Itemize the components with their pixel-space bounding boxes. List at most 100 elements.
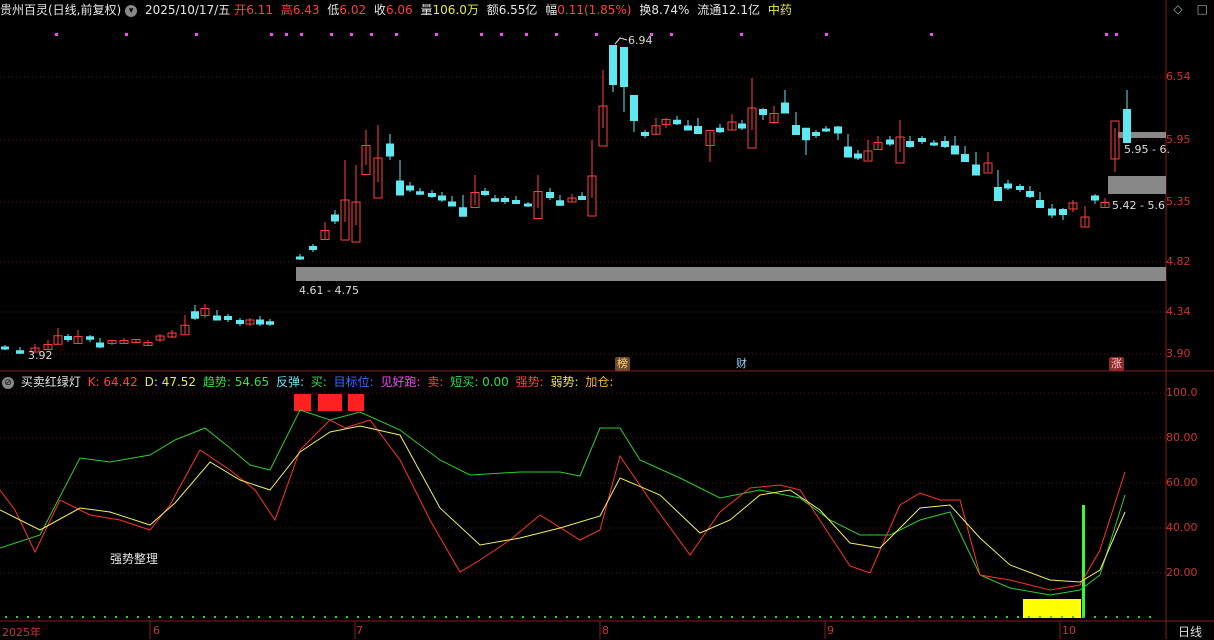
baseline-dot <box>588 616 590 618</box>
candle-body <box>906 141 914 147</box>
time-axis-month: 9 <box>827 624 834 637</box>
baseline-dot <box>940 616 942 618</box>
candle-body <box>296 256 304 260</box>
signal-dot <box>525 33 528 36</box>
signal-dot <box>285 33 288 36</box>
signal-dot <box>500 33 503 36</box>
sector-tag[interactable]: 中药 <box>768 3 792 17</box>
baseline-dot <box>445 616 447 618</box>
candle-body <box>854 153 862 159</box>
dropdown-icon[interactable]: ▾ <box>125 4 138 17</box>
baseline-dot <box>621 616 623 618</box>
indicator-axis-label: 40.00 <box>1166 521 1198 534</box>
baseline-dot <box>456 616 458 618</box>
baseline-dot <box>709 616 711 618</box>
zone-label-3: 5.42 - 5.6 <box>1112 199 1165 212</box>
signal-dot <box>195 33 198 36</box>
period-label[interactable]: 日线 <box>1178 623 1202 640</box>
candle-body <box>416 191 424 195</box>
candle-body <box>309 246 317 250</box>
baseline-dot <box>368 616 370 618</box>
signal-dot <box>395 33 398 36</box>
baseline-dot <box>236 616 238 618</box>
baseline-dot <box>577 616 579 618</box>
baseline-dot <box>643 616 645 618</box>
candle-body <box>609 45 617 85</box>
candle-body <box>994 187 1002 201</box>
baseline-dot <box>1105 616 1107 618</box>
maximize-icon[interactable]: □ <box>1197 2 1208 16</box>
baseline-dot <box>401 616 403 618</box>
candle-body <box>812 132 820 136</box>
candle-body <box>781 102 789 114</box>
indicator-name[interactable]: 买卖红绿灯 <box>21 375 81 389</box>
add-label: 加仓: <box>585 375 614 389</box>
baseline-dot <box>962 616 964 618</box>
baseline-dot <box>60 616 62 618</box>
chart-canvas[interactable] <box>0 0 1214 639</box>
baseline-dot <box>357 616 359 618</box>
date: 2025/10/17/五 <box>145 3 231 17</box>
signal-dot <box>300 33 303 36</box>
limitup-badge[interactable]: 涨 <box>1109 357 1124 371</box>
candle-body <box>438 195 446 201</box>
baseline-dot <box>214 616 216 618</box>
signal-dot <box>330 33 333 36</box>
candle-body <box>1016 186 1024 190</box>
open-value: 6.11 <box>246 3 273 17</box>
baseline-dot <box>929 616 931 618</box>
baseline-dot <box>247 616 249 618</box>
sell-label: 卖: <box>427 375 448 389</box>
sell-signal-block <box>348 394 364 411</box>
baseline-dot <box>16 616 18 618</box>
candle-body <box>844 146 852 158</box>
zone-label-1: 4.61 - 4.75 <box>299 284 359 297</box>
candle-body <box>918 138 926 142</box>
candle-body <box>1004 183 1012 189</box>
candle-body <box>96 342 104 348</box>
baseline-dot <box>764 616 766 618</box>
baseline-dot <box>1138 616 1140 618</box>
chg-value: 0.11(1.85%) <box>557 3 632 17</box>
baseline-dot <box>995 616 997 618</box>
baseline-dot <box>1028 616 1030 618</box>
candle-body <box>694 126 702 134</box>
baseline-dot <box>203 616 205 618</box>
signal-dot <box>740 33 743 36</box>
d-value: 47.52 <box>161 375 197 389</box>
finance-badge[interactable]: 财 <box>734 357 749 371</box>
baseline-dot <box>720 616 722 618</box>
float-label: 流通 <box>697 3 722 17</box>
candle-body <box>961 154 969 162</box>
candle-body <box>1059 209 1067 215</box>
baseline-dot <box>907 616 909 618</box>
baseline-dot <box>49 616 51 618</box>
baseline-dot <box>1050 616 1052 618</box>
baseline-dot <box>1083 616 1085 618</box>
low-value: 6.02 <box>339 3 367 17</box>
baseline-dot <box>687 616 689 618</box>
baseline-dot <box>126 616 128 618</box>
signal-dot <box>125 33 128 36</box>
candle-body <box>1091 195 1099 201</box>
baseline-dot <box>467 616 469 618</box>
candle-body <box>256 319 264 325</box>
baseline-dot <box>93 616 95 618</box>
baseline-dot <box>819 616 821 618</box>
baseline-dot <box>797 616 799 618</box>
diamond-icon[interactable]: ◇ <box>1173 2 1182 16</box>
baseline-dot <box>82 616 84 618</box>
settings-icon[interactable]: ⊘ <box>2 376 14 389</box>
candle-body <box>578 196 586 200</box>
candle-body <box>673 119 681 125</box>
baseline-dot <box>665 616 667 618</box>
candle-body <box>331 214 339 222</box>
candle-body <box>641 132 649 136</box>
indicator-axis-label: 60.00 <box>1166 476 1198 489</box>
baseline-dot <box>753 616 755 618</box>
candle-body <box>236 320 244 324</box>
rank-badge[interactable]: 榜 <box>615 357 630 371</box>
k-value: 64.42 <box>103 375 138 389</box>
baseline-dot <box>324 616 326 618</box>
signal-dot <box>825 33 828 36</box>
